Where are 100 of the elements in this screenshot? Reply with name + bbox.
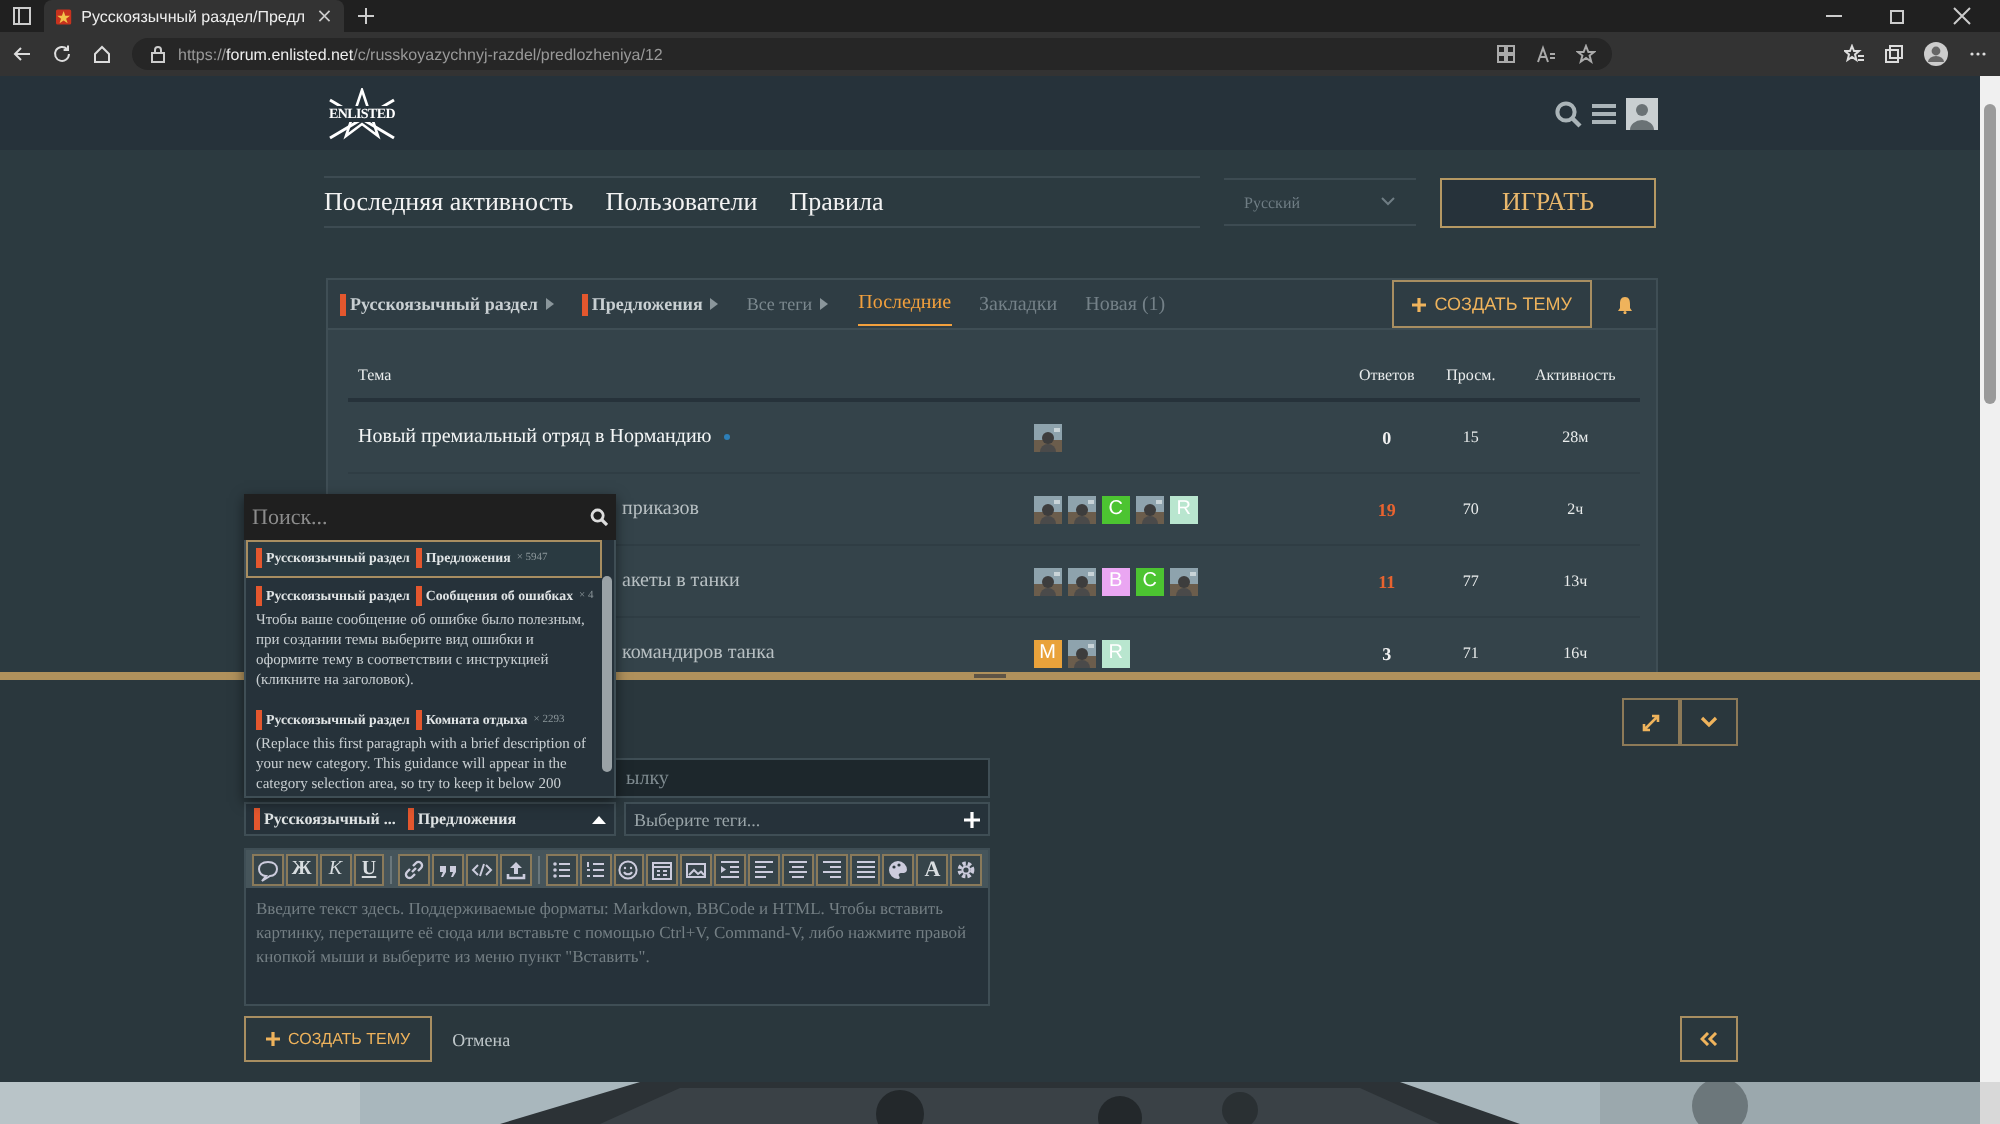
toolbar-button[interactable] [579,853,612,885]
view-count: 77 [1462,572,1479,590]
view-count: 15 [1462,428,1479,446]
toolbar-button[interactable]: A [916,853,949,885]
home-icon [92,44,112,64]
bullet-list-icon [549,857,574,881]
tab-list-icon [12,6,32,26]
topic-title[interactable]: приказов [622,498,699,520]
read-aloud-icon [1536,44,1556,64]
apps-icon [1496,44,1516,64]
expand-button[interactable] [1622,698,1680,746]
hide-button[interactable] [1680,1016,1738,1062]
create-topic-button[interactable]: СОЗДАТЬ ТЕМУ [1392,280,1592,328]
reply-count: 19 [1377,499,1396,519]
user-avatar [1626,97,1658,129]
url-text: https://forum.enlisted.net/c/russkoyazychnyj-razdel/predlozheniya/12 [178,45,663,63]
toolbar-button[interactable] [545,853,578,885]
close-icon [1952,6,1972,26]
palette-icon [886,857,911,881]
toolbar-button[interactable] [680,853,713,885]
lock-icon [148,44,168,64]
double-chevron-left-icon [1700,1032,1718,1046]
plus-icon [266,1032,280,1046]
caret-up-icon [592,815,606,823]
unread-dot [723,434,730,441]
toolbar-button[interactable] [748,853,780,885]
indent-icon [718,857,743,881]
align-center-icon [785,857,810,881]
search-field[interactable]: Поиск... [244,494,616,540]
breadcrumb[interactable]: Русскоязычный раздел [340,293,554,315]
category-chooser[interactable]: Русскоязычный ... Предложения [244,802,616,836]
create-topic-button[interactable]: СОЗДАТЬ ТЕМУ [244,1016,433,1062]
link-icon [402,857,427,881]
search-icon [1554,99,1582,127]
toolbar-button[interactable] [781,853,814,885]
play-button[interactable]: ИГРАТЬ [1440,177,1656,227]
activity-time: 28м [1562,428,1589,446]
reply-count: 3 [1382,643,1392,663]
speech-bubble-icon [255,857,280,881]
toolbar-button[interactable]: U [353,853,385,885]
toolbar-button[interactable] [714,853,746,885]
image-icon [684,857,709,881]
reply-count: 11 [1378,571,1396,591]
toolbar-button[interactable] [950,853,983,885]
close-icon [315,6,332,26]
toolbar-button[interactable] [815,853,848,885]
caret-right-icon [545,298,554,310]
favorites-icon [1844,44,1864,64]
chevron-down-icon [1380,196,1396,208]
toolbar-button[interactable] [252,853,284,885]
topic-title[interactable]: командиров танка [622,642,775,664]
search-icon [590,508,608,526]
star-favicon [56,7,72,25]
column-header: Ответов [1342,350,1432,400]
plus-icon [964,811,980,827]
collapse-button[interactable] [1680,698,1738,746]
favorite-add-icon [1576,44,1596,64]
activity-time: 2ч [1567,500,1584,518]
view-count: 71 [1462,644,1479,662]
topic-title[interactable]: Новый премиальный отряд в Нормандию [358,426,712,448]
activity-time: 13ч [1563,572,1588,590]
menu-icon [1590,99,1618,127]
chevron-down-icon [1700,716,1718,728]
restore-icon [1888,6,1908,26]
expand-icon [1642,713,1660,731]
gear-icon [954,857,979,881]
toolbar-button[interactable] [500,853,532,885]
nav-link[interactable]: Последняя активность [324,186,574,218]
scrollbar-thumb[interactable] [602,576,612,772]
reply-count: 0 [1382,427,1392,447]
address-bar[interactable]: https://forum.enlisted.net/c/russkoyazychnyj-razdel/predlozheniya/12 [132,38,1612,70]
calendar-icon [650,857,675,881]
browser-tab[interactable]: Русскоязычный раздел/Предл [44,0,344,32]
scrollbar-thumb[interactable] [1984,104,1996,404]
nav-link[interactable]: Правила [789,186,884,218]
topic-title[interactable]: акеты в танки [622,570,740,592]
toolbar-button[interactable] [882,853,915,885]
back-icon [12,44,32,64]
upload-icon [503,857,528,881]
column-header: Тема [348,350,1034,400]
cancel-link[interactable]: Отмена [452,1029,511,1049]
activity-time: 16ч [1563,644,1588,662]
nav-link[interactable]: Пользователи [605,186,758,218]
breadcrumb[interactable]: Предложения [581,293,719,315]
toolbar-button[interactable] [613,853,645,885]
toolbar-button[interactable] [466,853,498,885]
tags-field[interactable]: Выберите теги... [624,802,990,836]
toolbar-button[interactable]: К [319,853,352,885]
toolbar-button[interactable] [849,853,881,885]
collections-icon [1884,44,1904,64]
emoji-icon [616,857,641,881]
bell-icon[interactable] [1615,295,1633,313]
tab[interactable]: Последние [858,282,952,326]
toolbar-button[interactable] [398,853,431,885]
align-left-icon [751,857,776,881]
align-right-icon [819,857,844,881]
column-header: Просм. [1431,350,1511,400]
toolbar-button[interactable] [432,853,465,885]
toolbar-button[interactable] [646,853,679,885]
toolbar-button[interactable]: Ж [285,853,318,885]
